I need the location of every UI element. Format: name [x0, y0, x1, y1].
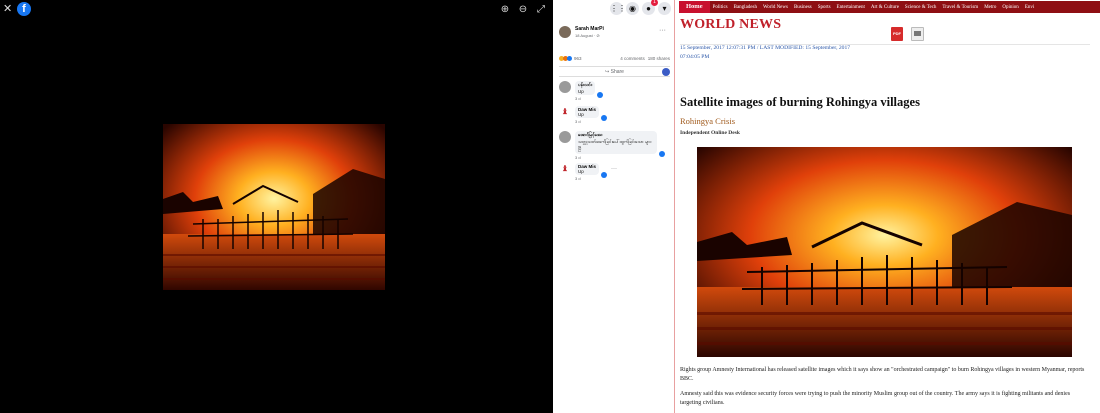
- comment-item: ♝ Daw Mis Up 3 d ···: [559, 163, 617, 181]
- nav-item-travel-tourism[interactable]: Travel & Tourism: [939, 5, 981, 10]
- comment-time[interactable]: 3 d: [575, 155, 657, 160]
- fullscreen-icon[interactable]: ⤢: [535, 4, 547, 16]
- post-header: Sarah MarPi 18 August · ⊘: [559, 26, 604, 38]
- zoom-in-icon[interactable]: ⊕: [499, 4, 511, 16]
- nav-home[interactable]: Home: [679, 1, 710, 13]
- article-byline: Independent Online Desk: [680, 130, 740, 136]
- comment-text: သတ္တုသတ်ဖဖက်ခြင်းပေါ်ထွက်ခြင်းသော များပြ…: [578, 139, 652, 151]
- article-image: [697, 147, 1072, 357]
- audience-icon[interactable]: [662, 68, 670, 76]
- comment-text: Up: [578, 89, 584, 94]
- burning-village-photo: [163, 124, 385, 290]
- notifications-icon[interactable]: ● 1: [642, 0, 658, 15]
- like-reaction-icon[interactable]: [659, 151, 665, 157]
- article-timestamp: 15 September, 2017 12:07:31 PM / LAST MO…: [680, 45, 851, 60]
- post-date[interactable]: 18 August · ⊘: [575, 33, 604, 38]
- article-headline: Satellite images of burning Rohingya vil…: [680, 95, 920, 109]
- share-label: ↪ Share: [605, 68, 624, 75]
- nav-item-sports[interactable]: Sports: [815, 5, 834, 10]
- avatar[interactable]: ♝: [559, 106, 571, 118]
- share-button[interactable]: ↪ Share: [559, 66, 670, 77]
- article-paragraph: Amnesty said this was evidence security …: [680, 391, 1071, 406]
- post-sidebar: ⋮⋮ ◉ ● 1 ▾ Sarah MarPi 18 August · ⊘ ···…: [553, 0, 675, 413]
- comment-bubble: Daw Mis Up: [575, 106, 608, 121]
- nav-item-politics[interactable]: Politics: [710, 5, 731, 10]
- nav-item-business[interactable]: Business: [791, 5, 815, 10]
- viewer-toolbar: ⊕ ⊖ ⤢: [499, 4, 547, 16]
- share-count[interactable]: 180 shares: [648, 56, 670, 61]
- article-paragraph: Rights group Amnesty International has r…: [680, 367, 1085, 382]
- print-icon[interactable]: [911, 27, 924, 41]
- nav-item-environment[interactable]: Envi: [1022, 5, 1037, 10]
- avatar[interactable]: [559, 81, 571, 93]
- comment-text: Up: [578, 169, 584, 174]
- comment-count[interactable]: 4 comments: [620, 56, 645, 61]
- account-dropdown-icon[interactable]: ▾: [658, 2, 671, 15]
- comment-bubble: Daw Mis Up: [575, 163, 608, 178]
- comment-bubble: ပန်းသင်း Up: [575, 81, 604, 98]
- like-reaction-icon[interactable]: [601, 172, 608, 178]
- photo-viewer: ✕ f ⊕ ⊖ ⤢: [0, 0, 553, 413]
- comment-time[interactable]: 3 d: [575, 176, 599, 181]
- avatar[interactable]: [559, 131, 571, 143]
- section-title[interactable]: WORLD NEWS: [680, 17, 781, 33]
- top-icon-bar: ⋮⋮ ◉ ● 1 ▾: [610, 0, 671, 15]
- avatar[interactable]: ♝: [559, 163, 571, 175]
- zoom-out-icon[interactable]: ⊖: [517, 4, 529, 16]
- like-reaction-icon: [567, 56, 572, 61]
- screenshot-root: ✕ f ⊕ ⊖ ⤢ ⋮⋮ ◉ ● 1 ▾ Sarah MarPi 18 Augu…: [0, 0, 1100, 413]
- nav-item-entertainment[interactable]: Entertainment: [834, 5, 868, 10]
- article-kicker[interactable]: Rohingya Crisis: [680, 116, 735, 126]
- nav-item-metro[interactable]: Metro: [981, 5, 999, 10]
- post-stats: 963 4 comments 180 shares: [559, 56, 670, 61]
- post-author[interactable]: Sarah MarPi: [575, 26, 604, 32]
- comment-bubble: အောင်မြင့်အေး သတ္တုသတ်ဖဖက်ခြင်းပေါ်ထွက်ခ…: [575, 131, 665, 157]
- comment-text: Up: [578, 112, 584, 117]
- reaction-count[interactable]: 963: [574, 56, 582, 61]
- notifications-glyph: ●: [646, 4, 651, 13]
- facebook-logo[interactable]: f: [17, 2, 31, 16]
- nav-item-opinion[interactable]: Opinion: [999, 5, 1021, 10]
- messenger-icon[interactable]: ◉: [626, 2, 639, 15]
- comment-time[interactable]: 3 d: [575, 119, 599, 124]
- menu-grid-icon[interactable]: ⋮⋮: [610, 2, 626, 15]
- nav-item-bangladesh[interactable]: Bangladesh: [731, 5, 760, 10]
- nav-item-science-tech[interactable]: Science & Tech: [902, 5, 940, 10]
- news-page: Home Politics Bangladesh World News Busi…: [676, 0, 1100, 413]
- commenter-name[interactable]: အောင်မြင့်အေး: [578, 132, 654, 139]
- commenter-name[interactable]: ပန်းသင်း: [578, 82, 592, 89]
- nav-item-world-news[interactable]: World News: [760, 5, 791, 10]
- like-reaction-icon[interactable]: [597, 92, 604, 98]
- comment-item: အောင်မြင့်အေး သတ္တုသတ်ဖဖက်ခြင်းပေါ်ထွက်ခ…: [559, 131, 665, 160]
- avatar[interactable]: [559, 26, 571, 38]
- main-nav: Home Politics Bangladesh World News Busi…: [679, 1, 1100, 13]
- more-options-icon[interactable]: ···: [659, 27, 666, 34]
- nav-item-art-culture[interactable]: Art & Culture: [868, 5, 902, 10]
- like-reaction-icon[interactable]: [601, 115, 608, 121]
- comment-item: ပန်းသင်း Up 3 d: [559, 81, 604, 101]
- pdf-icon[interactable]: PDF: [891, 27, 903, 41]
- notification-badge: 1: [651, 0, 658, 6]
- close-icon[interactable]: ✕: [3, 2, 12, 16]
- comment-item: ♝ Daw Mis Up 3 d: [559, 106, 608, 124]
- comment-time[interactable]: 3 d: [575, 96, 595, 101]
- comment-options-icon[interactable]: ···: [611, 166, 617, 181]
